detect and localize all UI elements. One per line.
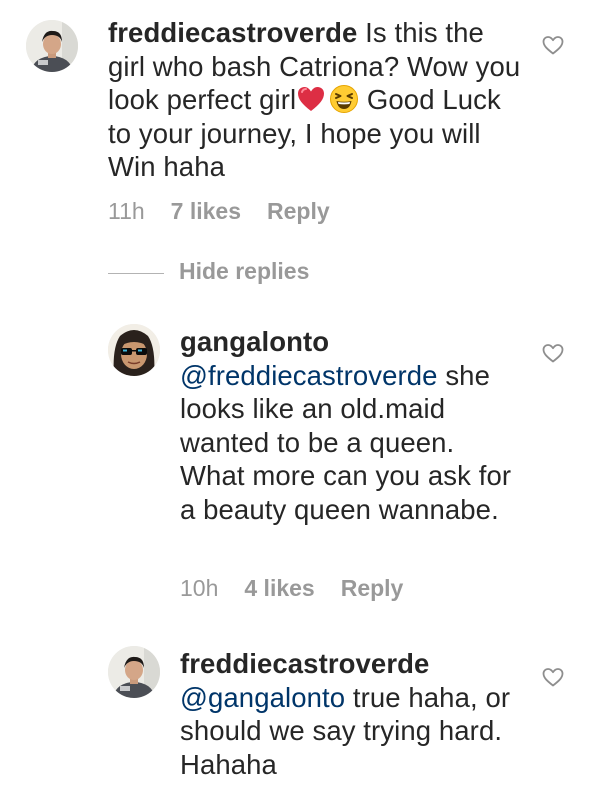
red-heart-icon: [296, 84, 326, 114]
grinning-squinting-face-icon: [329, 84, 359, 114]
reply-text: gangalonto @freddiecastroverde she looks…: [180, 325, 520, 526]
reply-text: freddiecastroverde @gangalonto true haha…: [180, 647, 530, 781]
comment-item: freddiecastroverde Is this the girl who …: [0, 0, 600, 250]
mention-link[interactable]: @freddiecastroverde: [180, 360, 438, 391]
reply-item: gangalonto @freddiecastroverde she looks…: [0, 300, 600, 620]
comment-username[interactable]: freddiecastroverde: [108, 17, 357, 48]
avatar[interactable]: [26, 20, 78, 72]
mention-link[interactable]: @gangalonto: [180, 682, 345, 713]
avatar-photo-icon: [26, 20, 78, 72]
comment-time: 11h: [108, 198, 145, 224]
avatar[interactable]: [108, 646, 160, 698]
divider: [108, 273, 164, 274]
reply-meta: 10h 4 likes Reply: [180, 575, 429, 602]
reply-username[interactable]: freddiecastroverde: [180, 647, 530, 681]
reply-likes[interactable]: 4 likes: [244, 575, 314, 601]
avatar-photo-icon: [108, 646, 160, 698]
like-heart-icon[interactable]: [541, 665, 565, 689]
reply-button[interactable]: Reply: [267, 198, 330, 224]
like-heart-icon[interactable]: [541, 341, 565, 365]
like-heart-icon[interactable]: [541, 33, 565, 57]
reply-time: 10h: [180, 575, 219, 601]
avatar-photo-icon: [108, 324, 160, 376]
comment-meta: 11h 7 likes Reply: [108, 198, 356, 225]
hide-replies-label[interactable]: Hide replies: [179, 258, 309, 285]
reply-button[interactable]: Reply: [341, 575, 404, 601]
reply-item: freddiecastroverde @gangalonto true haha…: [0, 630, 600, 787]
reply-username[interactable]: gangalonto: [180, 325, 520, 359]
avatar[interactable]: [108, 324, 160, 376]
comment-text: freddiecastroverde Is this the girl who …: [108, 16, 528, 184]
comment-likes[interactable]: 7 likes: [171, 198, 241, 224]
